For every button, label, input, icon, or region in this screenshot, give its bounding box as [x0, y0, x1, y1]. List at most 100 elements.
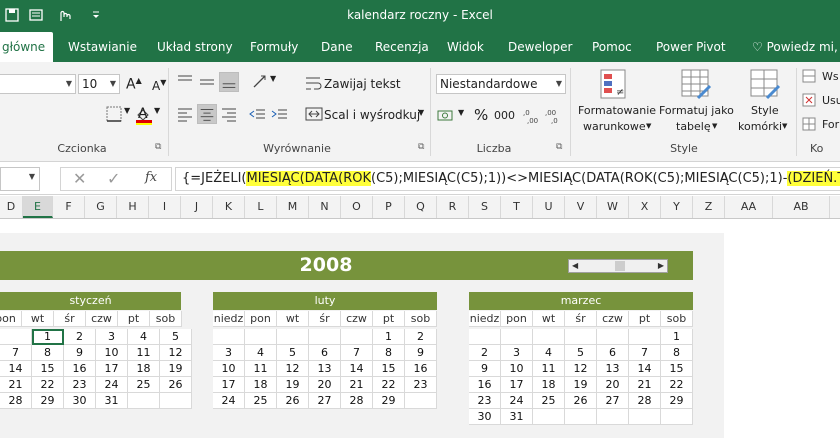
- day-cell[interactable]: [533, 329, 565, 345]
- align-top-icon[interactable]: [175, 72, 195, 92]
- day-cell[interactable]: 11: [128, 345, 160, 361]
- day-cell[interactable]: 12: [277, 361, 309, 377]
- column-header-ab[interactable]: AB: [773, 196, 830, 218]
- day-cell[interactable]: 10: [501, 361, 533, 377]
- day-cell[interactable]: 20: [309, 377, 341, 393]
- conditional-formatting-button[interactable]: Formatowanie: [578, 104, 656, 117]
- conditional-formatting-dropdown-icon[interactable]: ▼: [646, 122, 651, 130]
- column-header-v[interactable]: V: [565, 196, 597, 218]
- day-cell[interactable]: 4: [245, 345, 277, 361]
- cancel-icon[interactable]: ✕: [73, 169, 86, 188]
- day-cell[interactable]: 19: [277, 377, 309, 393]
- column-header-o[interactable]: O: [341, 196, 373, 218]
- day-cell[interactable]: 4: [128, 329, 160, 345]
- tab-6[interactable]: Widok: [447, 32, 484, 62]
- day-cell[interactable]: 3: [213, 345, 245, 361]
- day-cell[interactable]: 22: [32, 377, 64, 393]
- day-cell[interactable]: 29: [661, 393, 693, 409]
- day-cell[interactable]: 26: [565, 393, 597, 409]
- day-cell[interactable]: 16: [405, 361, 437, 377]
- tab-9[interactable]: Power Pivot: [656, 32, 726, 62]
- column-header-j[interactable]: J: [181, 196, 213, 218]
- day-cell[interactable]: 7: [629, 345, 661, 361]
- day-cell[interactable]: [629, 409, 661, 425]
- tab-0[interactable]: główne: [0, 32, 54, 62]
- name-box-dropdown-icon[interactable]: ▼: [29, 172, 35, 181]
- day-cell[interactable]: 4: [533, 345, 565, 361]
- font-size-combo[interactable]: 10 ▼: [78, 74, 120, 94]
- font-name-combo[interactable]: ▼: [0, 74, 76, 94]
- day-cell[interactable]: 24: [213, 393, 245, 409]
- day-cell[interactable]: [469, 329, 501, 345]
- day-cell[interactable]: 12: [565, 361, 597, 377]
- wrap-text-icon[interactable]: [304, 73, 324, 93]
- font-color-dropdown-icon[interactable]: ▼: [154, 106, 160, 115]
- day-cell[interactable]: 5: [277, 345, 309, 361]
- day-cell[interactable]: 14: [0, 361, 32, 377]
- day-cell[interactable]: 14: [341, 361, 373, 377]
- align-left-icon[interactable]: [175, 104, 195, 124]
- delete-cells-icon[interactable]: [801, 92, 817, 108]
- day-cell[interactable]: [0, 329, 32, 345]
- day-cell[interactable]: 24: [501, 393, 533, 409]
- day-cell[interactable]: [128, 393, 160, 409]
- day-cell[interactable]: 28: [0, 393, 32, 409]
- day-cell[interactable]: 9: [64, 345, 96, 361]
- day-cell[interactable]: 14: [629, 361, 661, 377]
- day-cell[interactable]: [661, 409, 693, 425]
- cell-styles-dropdown-icon[interactable]: ▼: [782, 122, 787, 130]
- align-middle-icon[interactable]: [197, 72, 217, 92]
- day-cell[interactable]: 18: [533, 377, 565, 393]
- font-dialog-launcher-icon[interactable]: ⧉: [155, 142, 161, 152]
- day-cell[interactable]: 11: [245, 361, 277, 377]
- number-dialog-launcher-icon[interactable]: ⧉: [556, 142, 562, 152]
- day-cell[interactable]: [597, 409, 629, 425]
- day-cell[interactable]: 30: [469, 409, 501, 425]
- day-cell[interactable]: 16: [469, 377, 501, 393]
- column-header-u[interactable]: U: [533, 196, 565, 218]
- day-cell[interactable]: [565, 329, 597, 345]
- column-header-x[interactable]: X: [629, 196, 661, 218]
- day-cell[interactable]: 13: [309, 361, 341, 377]
- tab-5[interactable]: Recenzja: [375, 32, 429, 62]
- accounting-format-icon[interactable]: [436, 106, 456, 126]
- day-cell[interactable]: 18: [245, 377, 277, 393]
- tab-2[interactable]: Układ strony: [157, 32, 233, 62]
- alignment-dialog-launcher-icon[interactable]: ⧉: [418, 142, 424, 152]
- percent-button[interactable]: %: [474, 106, 488, 124]
- day-cell[interactable]: [501, 329, 533, 345]
- number-format-combo[interactable]: Niestandardowe ▼: [436, 74, 566, 94]
- day-cell[interactable]: 1: [661, 329, 693, 345]
- enter-icon[interactable]: ✓: [107, 169, 120, 188]
- column-header-y[interactable]: Y: [661, 196, 693, 218]
- day-cell[interactable]: 11: [533, 361, 565, 377]
- day-cell[interactable]: 20: [597, 377, 629, 393]
- day-cell[interactable]: 5: [160, 329, 192, 345]
- merge-center-icon[interactable]: [304, 104, 324, 124]
- cell-styles-button[interactable]: Style: [751, 104, 779, 117]
- day-cell[interactable]: 19: [160, 361, 192, 377]
- day-cell[interactable]: 17: [96, 361, 128, 377]
- day-cell[interactable]: 6: [309, 345, 341, 361]
- increase-font-icon[interactable]: A▲: [126, 76, 142, 93]
- align-right-icon[interactable]: [219, 104, 239, 124]
- borders-icon[interactable]: [104, 104, 124, 124]
- day-cell[interactable]: 5: [565, 345, 597, 361]
- column-header-t[interactable]: T: [501, 196, 533, 218]
- day-cell[interactable]: 22: [373, 377, 405, 393]
- merge-center-button[interactable]: Scal i wyśrodkuj: [324, 108, 420, 122]
- day-cell[interactable]: 3: [501, 345, 533, 361]
- day-cell[interactable]: 26: [277, 393, 309, 409]
- day-cell[interactable]: 7: [0, 345, 32, 361]
- column-header-i[interactable]: I: [149, 196, 181, 218]
- day-cell[interactable]: 3: [96, 329, 128, 345]
- decrease-decimal-icon[interactable]: ,00,0: [544, 106, 564, 126]
- column-header-l[interactable]: L: [245, 196, 277, 218]
- align-center-icon[interactable]: [197, 104, 217, 124]
- day-cell[interactable]: [245, 329, 277, 345]
- insert-function-button[interactable]: fx: [145, 170, 157, 185]
- thousands-separator-button[interactable]: 000: [494, 109, 515, 122]
- day-cell[interactable]: 28: [629, 393, 661, 409]
- column-header-h[interactable]: H: [117, 196, 149, 218]
- day-cell[interactable]: [405, 393, 437, 409]
